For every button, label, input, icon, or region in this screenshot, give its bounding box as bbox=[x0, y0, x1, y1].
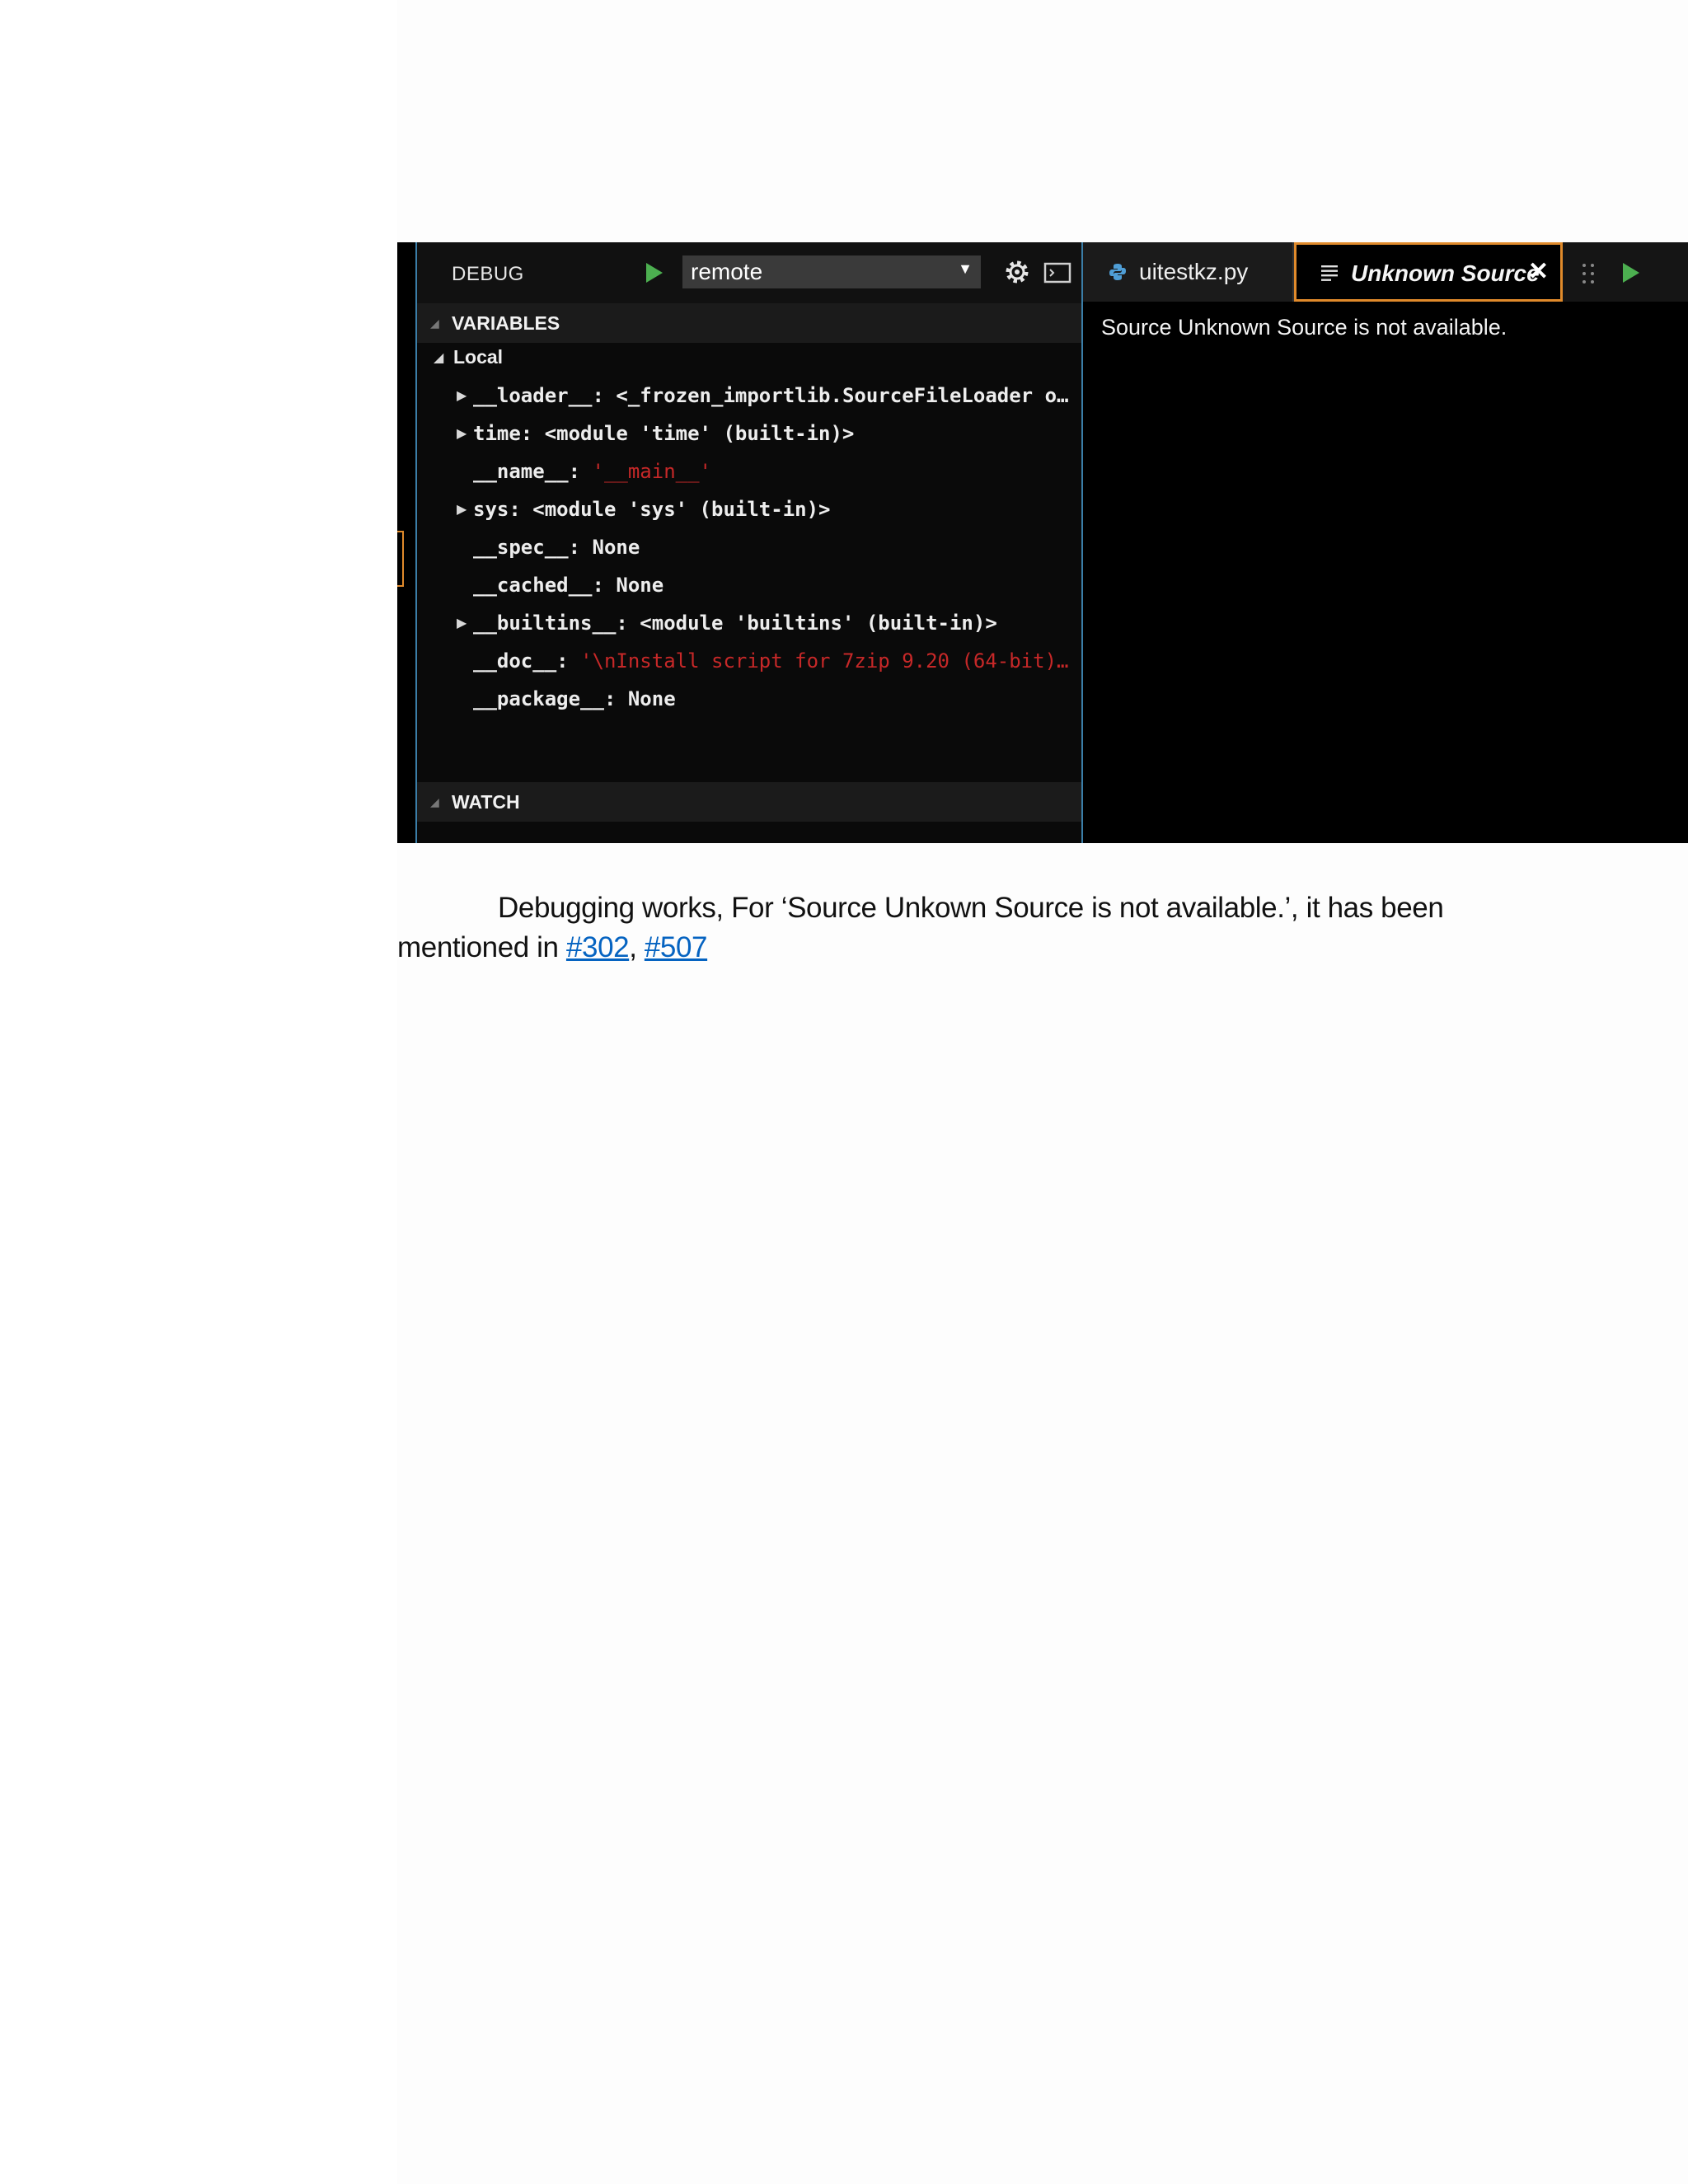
issue-link-507[interactable]: #507 bbox=[645, 931, 708, 963]
editor-tab-bar: uitestkz.py Unknown Source ✕ bbox=[1083, 242, 1688, 302]
source-unavailable-message: Source Unknown Source is not available. bbox=[1101, 315, 1507, 340]
tab-uitestkz[interactable]: uitestkz.py bbox=[1083, 242, 1294, 302]
variable-value: '__main__' bbox=[592, 460, 712, 483]
expanded-triangle-icon: ◢ bbox=[434, 351, 444, 365]
chevron-down-icon: ▼ bbox=[958, 260, 973, 277]
variable-text: sys: <module 'sys' (built-in)> bbox=[473, 498, 831, 521]
variable-value: <module 'sys' (built-in)> bbox=[532, 498, 831, 521]
close-icon[interactable]: ✕ bbox=[1528, 257, 1549, 286]
variable-value: None bbox=[627, 687, 676, 710]
collapse-icon: ◢ bbox=[430, 316, 439, 330]
variable-colon: : bbox=[568, 460, 593, 483]
variable-colon: : bbox=[592, 384, 617, 407]
activity-strip bbox=[397, 242, 415, 843]
variable-colon: : bbox=[592, 574, 617, 597]
tab-unknown-source[interactable]: Unknown Source ✕ bbox=[1294, 242, 1563, 302]
variable-row[interactable]: ▶ __loader__: <_frozen_importlib.SourceFi… bbox=[417, 381, 1081, 417]
variable-row[interactable]: __doc__: '\nInstall script for 7zip 9.20… bbox=[417, 646, 1081, 682]
debug-config-value: remote bbox=[691, 259, 763, 284]
variable-colon: : bbox=[616, 612, 640, 635]
variable-name: __name__ bbox=[473, 460, 569, 483]
variable-colon: : bbox=[520, 422, 545, 445]
debug-console-icon[interactable] bbox=[1043, 262, 1071, 284]
issue-link-302[interactable]: #302 bbox=[566, 931, 630, 963]
variable-text: __spec__: None bbox=[473, 536, 640, 559]
variable-row[interactable]: ▶ __builtins__: <module 'builtins' (built… bbox=[417, 608, 1081, 644]
variable-text: __doc__: '\nInstall script for 7zip 9.20… bbox=[473, 649, 1068, 673]
variable-row[interactable]: __name__: '__main__' bbox=[417, 457, 1081, 493]
variable-text: __name__: '__main__' bbox=[473, 460, 711, 483]
editor-area: uitestkz.py Unknown Source ✕ Source Unkn… bbox=[1083, 242, 1688, 843]
paragraph-text: Debugging works, For ‘Source Unkown Sour… bbox=[397, 892, 1444, 963]
scope-label: Local bbox=[453, 346, 504, 368]
watch-section-label: WATCH bbox=[452, 791, 520, 813]
variable-name: __cached__ bbox=[473, 574, 593, 597]
variable-name: __spec__ bbox=[473, 536, 569, 559]
debug-config-select[interactable]: remote ▼ bbox=[682, 255, 981, 288]
watch-body bbox=[417, 822, 1081, 843]
variable-text: time: <module 'time' (built-in)> bbox=[473, 422, 854, 445]
variable-colon: : bbox=[509, 498, 533, 521]
variable-row[interactable]: __spec__: None bbox=[417, 532, 1081, 569]
link-separator: , bbox=[629, 931, 645, 963]
variable-row[interactable]: __cached__: None bbox=[417, 570, 1081, 607]
tab-label: uitestkz.py bbox=[1139, 259, 1249, 284]
variable-colon: : bbox=[603, 687, 628, 710]
body-paragraph: Debugging works, For ‘Source Unkown Sour… bbox=[397, 888, 1551, 968]
variable-colon: : bbox=[568, 536, 593, 559]
variable-text: __loader__: <_frozen_importlib.SourceFil… bbox=[473, 384, 1068, 407]
variable-text: __builtins__: <module 'builtins' (built-… bbox=[473, 612, 997, 635]
watch-section-header[interactable]: ◢ WATCH bbox=[417, 782, 1081, 822]
python-file-icon bbox=[1109, 264, 1126, 280]
variable-row[interactable]: __package__: None bbox=[417, 684, 1081, 720]
document-lines-icon bbox=[1321, 265, 1338, 281]
variable-value: <module 'time' (built-in)> bbox=[544, 422, 855, 445]
variables-section-header[interactable]: ◢ VARIABLES bbox=[417, 303, 1081, 343]
variable-name: __doc__ bbox=[473, 649, 557, 673]
variable-name: time bbox=[473, 422, 521, 445]
debug-panel: DEBUG remote ▼ ◢ VARIABLES ◢ Local ▶ __l… bbox=[415, 242, 1083, 843]
vscode-screenshot: DEBUG remote ▼ ◢ VARIABLES ◢ Local ▶ __l… bbox=[397, 242, 1688, 843]
expand-triangle-icon[interactable]: ▶ bbox=[457, 387, 467, 404]
variable-row[interactable]: ▶ time: <module 'time' (built-in)> bbox=[417, 419, 1081, 455]
debug-toolbar: DEBUG remote ▼ bbox=[417, 242, 1081, 303]
expand-triangle-icon[interactable]: ▶ bbox=[457, 615, 467, 631]
scope-local[interactable]: ◢ Local bbox=[417, 343, 1081, 379]
collapse-icon: ◢ bbox=[430, 795, 439, 808]
variable-text: __cached__: None bbox=[473, 574, 663, 597]
variable-name: __builtins__ bbox=[473, 612, 617, 635]
variables-section-label: VARIABLES bbox=[452, 312, 560, 334]
variable-value: <module 'builtins' (built-in)> bbox=[640, 612, 997, 635]
gear-icon[interactable] bbox=[1002, 257, 1032, 287]
variables-tree: ◢ Local ▶ __loader__: <_frozen_importlib.… bbox=[417, 343, 1081, 722]
play-icon[interactable] bbox=[1619, 260, 1642, 285]
variable-value: None bbox=[592, 536, 640, 559]
debug-title: DEBUG bbox=[452, 263, 524, 285]
variable-name: __loader__ bbox=[473, 384, 593, 407]
tab-label: Unknown Source bbox=[1351, 260, 1540, 286]
drag-grip-icon[interactable] bbox=[1581, 262, 1596, 285]
variable-colon: : bbox=[556, 649, 581, 673]
variable-value: '\nInstall script for 7zip 9.20 (64-bit)… bbox=[580, 649, 1069, 673]
variable-row[interactable]: ▶ sys: <module 'sys' (built-in)> bbox=[417, 494, 1081, 531]
variable-value: None bbox=[616, 574, 664, 597]
variable-value: <_frozen_importlib.SourceFileLoader o… bbox=[616, 384, 1069, 407]
start-debugging-icon[interactable] bbox=[641, 260, 666, 285]
variable-name: sys bbox=[473, 498, 509, 521]
variable-text: __package__: None bbox=[473, 687, 676, 710]
expand-triangle-icon[interactable]: ▶ bbox=[457, 425, 467, 442]
expand-triangle-icon[interactable]: ▶ bbox=[457, 501, 467, 518]
variable-name: __package__ bbox=[473, 687, 604, 710]
activity-highlight bbox=[397, 531, 404, 587]
